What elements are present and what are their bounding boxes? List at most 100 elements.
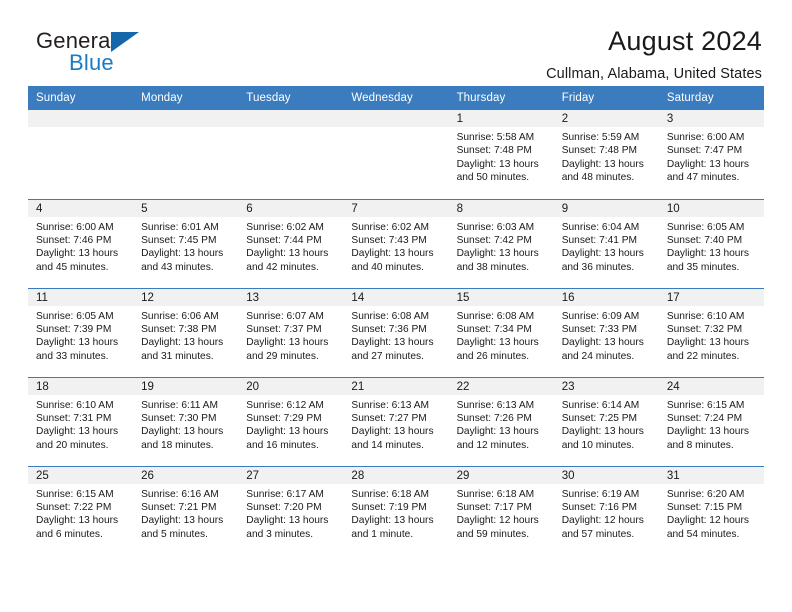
- daylight-duration-line2: and 54 minutes.: [666, 528, 740, 540]
- daylight-duration-line1: Daylight: 13 hours: [246, 515, 329, 527]
- daylight-duration-line2: and 47 minutes.: [666, 172, 740, 184]
- day-number: 4: [28, 199, 134, 217]
- daylight-duration-line2: and 35 minutes.: [666, 261, 740, 273]
- calendar-day-cell[interactable]: 5 Sunrise: 6:01 AM Sunset: 7:45 PM Daylight…: [133, 198, 239, 288]
- sunset-time: Sunset: 7:25 PM: [561, 412, 638, 424]
- calendar-day-cell[interactable]: 30 Sunrise: 6:19 AM Sunset: 7:16 PM Dayligh…: [553, 465, 659, 555]
- calendar-day-cell[interactable]: 14 Sunrise: 6:08 AM Sunset: 7:36 PM Dayligh…: [343, 287, 449, 377]
- sunset-time: Sunset: 7:47 PM: [666, 145, 743, 157]
- calendar-day-cell[interactable]: 6 Sunrise: 6:02 AM Sunset: 7:44 PM Daylight…: [238, 198, 344, 288]
- daylight-duration-line1: Daylight: 13 hours: [561, 158, 644, 170]
- page-title: August 2024: [608, 26, 762, 56]
- calendar-day-cell[interactable]: 19 Sunrise: 6:11 AM Sunset: 7:30 PM Dayligh…: [133, 376, 239, 466]
- sunset-time: Sunset: 7:24 PM: [666, 412, 743, 424]
- weekday-header-friday: Friday: [553, 86, 659, 110]
- daylight-duration-line2: and 1 minute.: [351, 528, 414, 540]
- calendar-day-cell[interactable]: 23 Sunrise: 6:14 AM Sunset: 7:25 PM Dayligh…: [553, 376, 659, 466]
- calendar-day-cell[interactable]: 24 Sunrise: 6:15 AM Sunset: 7:24 PM Dayligh…: [658, 376, 764, 466]
- day-details: Sunrise: 6:11 AM Sunset: 7:30 PM Daylight:…: [133, 395, 238, 453]
- sunset-time: Sunset: 7:17 PM: [456, 501, 532, 513]
- daylight-duration-line1: Daylight: 12 hours: [561, 515, 644, 527]
- sunrise-time: Sunrise: 6:03 AM: [456, 221, 535, 233]
- calendar-day-cell[interactable]: 12 Sunrise: 6:06 AM Sunset: 7:38 PM Dayligh…: [133, 287, 239, 377]
- day-details: Sunrise: 6:20 AM Sunset: 7:15 PM Daylight:…: [659, 484, 764, 542]
- day-details: Sunrise: 6:12 AM Sunset: 7:29 PM Daylight:…: [238, 395, 343, 453]
- daylight-duration-line2: and 24 minutes.: [561, 350, 635, 362]
- calendar-day-cell[interactable]: 8 Sunrise: 6:03 AM Sunset: 7:42 PM Daylight…: [448, 198, 554, 288]
- sunrise-time: Sunrise: 6:13 AM: [456, 399, 535, 411]
- day-number: 30: [553, 466, 659, 484]
- calendar-day-cell[interactable]: 7 Sunrise: 6:02 AM Sunset: 7:43 PM Daylight…: [343, 198, 449, 288]
- sunset-time: Sunset: 7:42 PM: [456, 234, 532, 246]
- calendar-day-cell[interactable]: 1 Sunrise: 5:58 AM Sunset: 7:48 PM Daylight…: [448, 110, 554, 199]
- day-details: Sunrise: 6:16 AM Sunset: 7:21 PM Daylight:…: [133, 484, 238, 542]
- sunrise-time: Sunrise: 6:08 AM: [456, 310, 535, 322]
- calendar-day-cell[interactable]: 4 Sunrise: 6:00 AM Sunset: 7:46 PM Daylight…: [28, 198, 134, 288]
- day-details: Sunrise: 6:08 AM Sunset: 7:36 PM Daylight:…: [343, 306, 448, 364]
- calendar-day-cell[interactable]: 10 Sunrise: 6:05 AM Sunset: 7:40 PM Dayligh…: [658, 198, 764, 288]
- daylight-duration-line2: and 14 minutes.: [351, 439, 424, 451]
- day-details: Sunrise: 6:14 AM Sunset: 7:25 PM Daylight:…: [554, 395, 659, 453]
- day-number: 8: [448, 199, 554, 217]
- calendar-page: General Blue August 2024 Cullman, Alabam…: [0, 0, 792, 612]
- calendar-day-cell[interactable]: 3 Sunrise: 6:00 AM Sunset: 7:47 PM Daylight…: [658, 110, 764, 199]
- sunrise-time: Sunrise: 6:07 AM: [246, 310, 324, 322]
- calendar-day-cell[interactable]: 27 Sunrise: 6:17 AM Sunset: 7:20 PM Dayligh…: [238, 465, 344, 555]
- daylight-duration-line2: and 57 minutes.: [561, 528, 635, 540]
- sunset-time: Sunset: 7:16 PM: [561, 501, 638, 513]
- calendar-day-cell[interactable]: 13 Sunrise: 6:07 AM Sunset: 7:37 PM Dayligh…: [238, 287, 344, 377]
- daylight-duration-line1: Daylight: 13 hours: [561, 426, 644, 438]
- daylight-duration-line1: Daylight: 13 hours: [36, 337, 119, 349]
- daylight-duration-line2: and 48 minutes.: [561, 172, 635, 184]
- daylight-duration-line2: and 27 minutes.: [351, 350, 424, 362]
- weekday-header-sunday: Sunday: [28, 86, 134, 110]
- calendar-day-cell-empty: [28, 110, 134, 199]
- day-details: Sunrise: 6:06 AM Sunset: 7:38 PM Daylight:…: [133, 306, 238, 364]
- logo-text-general: General: [36, 28, 116, 53]
- calendar-day-cell[interactable]: 22 Sunrise: 6:13 AM Sunset: 7:26 PM Dayligh…: [448, 376, 554, 466]
- day-details: Sunrise: 6:18 AM Sunset: 7:17 PM Daylight:…: [449, 484, 554, 542]
- sunset-time: Sunset: 7:32 PM: [666, 323, 743, 335]
- calendar-day-cell[interactable]: 21 Sunrise: 6:13 AM Sunset: 7:27 PM Dayligh…: [343, 376, 449, 466]
- calendar-day-cell[interactable]: 16 Sunrise: 6:09 AM Sunset: 7:33 PM Dayligh…: [553, 287, 659, 377]
- calendar-day-cell[interactable]: 9 Sunrise: 6:04 AM Sunset: 7:41 PM Daylight…: [553, 198, 659, 288]
- sunrise-time: Sunrise: 6:13 AM: [351, 399, 430, 411]
- sunset-time: Sunset: 7:19 PM: [351, 501, 427, 513]
- sunrise-time: Sunrise: 6:10 AM: [666, 310, 745, 322]
- day-number: 7: [343, 199, 449, 217]
- weekday-header-thursday: Thursday: [448, 86, 554, 110]
- calendar-week-row: 18 Sunrise: 6:10 AM Sunset: 7:31 PM Dayligh…: [28, 376, 764, 466]
- sunrise-time: Sunrise: 6:15 AM: [36, 488, 114, 500]
- day-number: 27: [238, 466, 344, 484]
- calendar-day-cell[interactable]: 25 Sunrise: 6:15 AM Sunset: 7:22 PM Dayligh…: [28, 465, 134, 555]
- calendar-day-cell[interactable]: 20 Sunrise: 6:12 AM Sunset: 7:29 PM Dayligh…: [238, 376, 344, 466]
- calendar-day-cell[interactable]: 31 Sunrise: 6:20 AM Sunset: 7:15 PM Dayligh…: [658, 465, 764, 555]
- day-number: 23: [553, 377, 659, 395]
- calendar-day-cell[interactable]: 26 Sunrise: 6:16 AM Sunset: 7:21 PM Dayligh…: [133, 465, 239, 555]
- sunset-time: Sunset: 7:22 PM: [36, 501, 112, 513]
- calendar-day-cell[interactable]: 29 Sunrise: 6:18 AM Sunset: 7:17 PM Dayligh…: [448, 465, 554, 555]
- daylight-duration-line1: Daylight: 13 hours: [141, 515, 224, 527]
- sunrise-time: Sunrise: 6:19 AM: [561, 488, 640, 500]
- calendar-day-cell[interactable]: 28 Sunrise: 6:18 AM Sunset: 7:19 PM Dayligh…: [343, 465, 449, 555]
- daylight-duration-line1: Daylight: 13 hours: [456, 337, 539, 349]
- sunset-time: Sunset: 7:33 PM: [561, 323, 638, 335]
- daylight-duration-line2: and 43 minutes.: [141, 261, 214, 273]
- calendar-day-cell[interactable]: 17 Sunrise: 6:10 AM Sunset: 7:32 PM Dayligh…: [658, 287, 764, 377]
- general-blue-logo[interactable]: General Blue: [36, 26, 156, 80]
- title-block: August 2024 Cullman, Alabama, United Sta…: [546, 26, 764, 82]
- sunrise-time: Sunrise: 6:09 AM: [561, 310, 640, 322]
- day-details: Sunrise: 6:18 AM Sunset: 7:19 PM Daylight:…: [343, 484, 448, 542]
- daylight-duration-line1: Daylight: 13 hours: [36, 426, 119, 438]
- day-number: 20: [238, 377, 344, 395]
- page-subtitle: Cullman, Alabama, United States: [546, 66, 762, 83]
- day-number: 21: [343, 377, 449, 395]
- calendar-day-cell[interactable]: 11 Sunrise: 6:05 AM Sunset: 7:39 PM Dayligh…: [28, 287, 134, 377]
- calendar-day-cell[interactable]: 15 Sunrise: 6:08 AM Sunset: 7:34 PM Dayligh…: [448, 287, 554, 377]
- sunrise-time: Sunrise: 6:00 AM: [666, 132, 745, 143]
- day-details: Sunrise: 6:05 AM Sunset: 7:39 PM Daylight:…: [28, 306, 133, 364]
- day-details: Sunrise: 6:01 AM Sunset: 7:45 PM Daylight:…: [133, 217, 238, 275]
- day-details: Sunrise: 6:17 AM Sunset: 7:20 PM Daylight:…: [238, 484, 343, 542]
- calendar-day-cell[interactable]: 18 Sunrise: 6:10 AM Sunset: 7:31 PM Dayligh…: [28, 376, 134, 466]
- calendar-day-cell[interactable]: 2 Sunrise: 5:59 AM Sunset: 7:48 PM Daylight…: [553, 110, 659, 199]
